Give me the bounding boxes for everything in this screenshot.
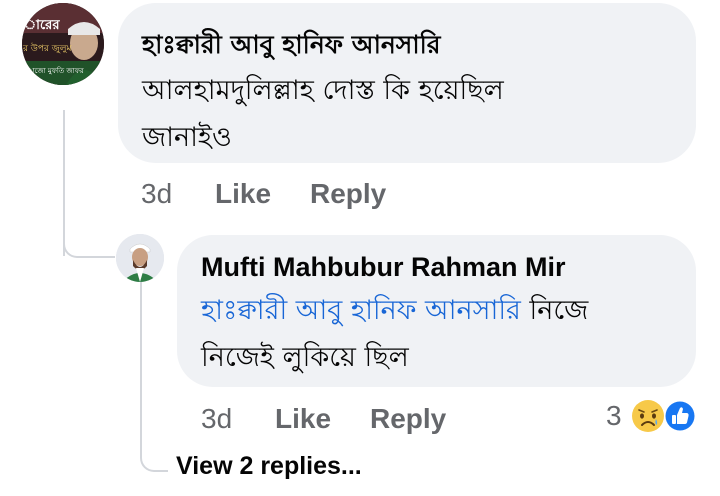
reply-author-avatar[interactable]: [116, 234, 164, 282]
avatar-text-bottom: াজো মুফতি জাফর: [26, 67, 84, 75]
thread-connector-curve: [63, 236, 115, 258]
reaction-icons[interactable]: [630, 398, 700, 434]
reply-text-rest: নিজে: [520, 295, 589, 326]
reply-thread-connector-line: [140, 282, 142, 452]
reply-bubble: Mufti Mahbubur Rahman Mir হাঃক্বারী আবু …: [177, 235, 696, 387]
reaction-count[interactable]: 3: [606, 400, 622, 432]
view-replies-link[interactable]: View 2 replies...: [176, 452, 362, 481]
reply-thread-connector-curve: [140, 440, 168, 472]
comment-text-line-1: আলহামদুলিল্লাহ দোস্ত কি হয়েছিল: [142, 75, 504, 106]
reply-text-line-2: নিজেই লুকিয়ে ছিল: [201, 342, 409, 373]
sad-emoji-icon: [632, 400, 664, 432]
comment-text-line-2: জানাইও: [142, 122, 232, 153]
reply-reply-button[interactable]: Reply: [370, 403, 446, 435]
avatar-text-mid: র উপর জুলুম: [22, 42, 73, 54]
reply-like-button[interactable]: Like: [275, 403, 331, 435]
reply-author-name[interactable]: Mufti Mahbubur Rahman Mir: [201, 252, 565, 283]
comment-bubble: হাঃক্বারী আবু হানিফ আনসারি আলহামদুলিল্লা…: [118, 3, 696, 163]
comment-reply-button[interactable]: Reply: [310, 178, 386, 210]
like-thumb-icon: [664, 400, 696, 432]
reply-mention-link[interactable]: হাঃক্বারী আবু হানিফ আনসারি: [201, 295, 521, 326]
comment-author-name[interactable]: হাঃক্বারী আবু হানিফ আনসারি: [142, 25, 440, 68]
comment-text: আলহামদুলিল্লাহ দোস্ত কি হয়েছিল জানাইও: [142, 67, 662, 161]
comment-like-button[interactable]: Like: [215, 178, 271, 210]
reply-text: হাঃক্বারী আবু হানিফ আনসারি নিজে নিজেই লু…: [201, 287, 671, 381]
commenter-avatar[interactable]: ারের র উপর জুলুম াজো মুফতি জাফর: [22, 3, 104, 85]
avatar-text-top: ারের: [24, 18, 60, 33]
thread-connector-line: [63, 110, 65, 256]
comment-timestamp[interactable]: 3d: [141, 178, 172, 210]
reply-timestamp[interactable]: 3d: [201, 403, 232, 435]
reply-text-line-1: হাঃক্বারী আবু হানিফ আনসারি নিজে: [201, 287, 671, 334]
